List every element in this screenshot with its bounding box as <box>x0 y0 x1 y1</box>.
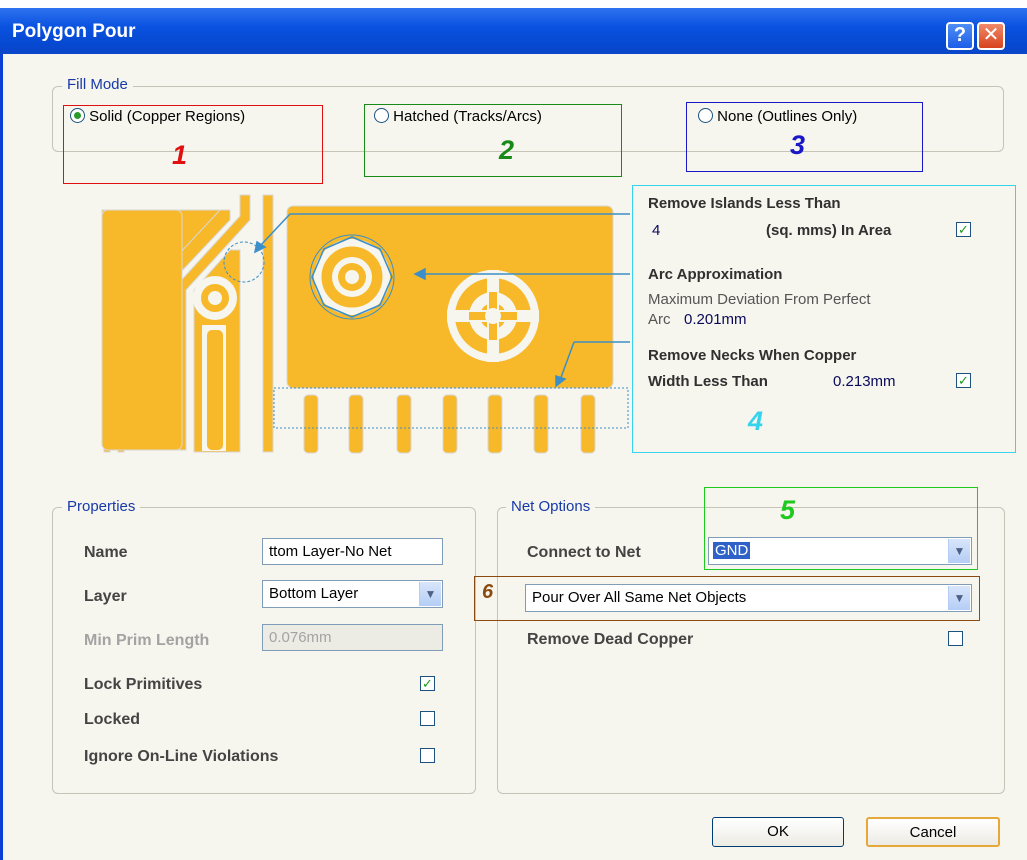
arc-approx-desc: Maximum Deviation From Perfect <box>648 291 871 308</box>
remove-dead-copper-label: Remove Dead Copper <box>527 631 694 648</box>
annotation-number-3: 3 <box>790 130 806 160</box>
fill-solid-label: Solid (Copper Regions) <box>89 108 246 125</box>
chevron-down-icon[interactable]: ▼ <box>948 586 970 610</box>
fill-none-label: None (Outlines Only) <box>717 108 858 125</box>
annotation-number-6: 6 <box>482 581 494 603</box>
locked-checkbox[interactable] <box>420 711 435 726</box>
name-label: Name <box>84 544 128 561</box>
fill-none-radio[interactable]: None (Outlines Only) <box>698 108 857 125</box>
layer-select-value: Bottom Layer <box>269 585 359 602</box>
arc-approx-value[interactable]: 0.201mm <box>684 311 747 328</box>
annotation-number-2: 2 <box>499 135 515 165</box>
radio-selected-icon <box>70 108 85 123</box>
remove-islands-checkbox[interactable]: ✓ <box>956 222 971 237</box>
pour-over-select[interactable]: Pour Over All Same Net Objects ▼ <box>525 584 972 612</box>
chevron-down-icon[interactable]: ▼ <box>948 539 970 563</box>
title-bar: Polygon Pour ? ✕ <box>0 8 1027 54</box>
remove-necks-heading: Remove Necks When Copper <box>648 347 857 364</box>
remove-necks-label: Width Less Than <box>648 373 768 390</box>
fill-solid-radio[interactable]: Solid (Copper Regions) <box>70 108 245 125</box>
lock-primitives-label: Lock Primitives <box>84 676 203 693</box>
layer-select[interactable]: Bottom Layer ▼ <box>262 580 443 608</box>
remove-islands-heading: Remove Islands Less Than <box>648 195 841 212</box>
remove-islands-unit: (sq. mms) In Area <box>766 222 892 239</box>
ignore-violations-label: Ignore On-Line Violations <box>84 748 279 765</box>
window-title: Polygon Pour <box>12 21 136 42</box>
close-button[interactable]: ✕ <box>977 22 1005 50</box>
remove-necks-checkbox[interactable]: ✓ <box>956 373 971 388</box>
ignore-violations-checkbox[interactable] <box>420 748 435 763</box>
properties-label: Properties <box>62 498 141 515</box>
remove-necks-value[interactable]: 0.213mm <box>833 373 896 390</box>
radio-empty-icon <box>698 108 713 123</box>
ok-button[interactable]: OK <box>712 817 844 847</box>
connect-to-net-value: GND <box>713 542 751 559</box>
arc-label: Arc <box>648 311 671 328</box>
min-prim-length-label: Min Prim Length <box>84 632 210 649</box>
pcb-preview-illustration <box>101 194 630 454</box>
remove-dead-copper-checkbox[interactable] <box>948 631 963 646</box>
help-button[interactable]: ? <box>946 22 974 50</box>
chevron-down-icon[interactable]: ▼ <box>419 582 441 606</box>
annotation-number-1: 1 <box>172 140 188 170</box>
name-field[interactable]: ttom Layer-No Net <box>262 538 443 565</box>
pour-over-value: Pour Over All Same Net Objects <box>532 589 747 606</box>
connect-to-net-select[interactable]: GND ▼ <box>708 537 972 565</box>
fill-mode-label: Fill Mode <box>62 76 133 93</box>
annotation-number-5: 5 <box>780 495 796 525</box>
annotation-number-4: 4 <box>748 406 764 436</box>
fill-hatched-radio[interactable]: Hatched (Tracks/Arcs) <box>374 108 542 125</box>
layer-label: Layer <box>84 588 127 605</box>
radio-empty-icon <box>374 108 389 123</box>
lock-primitives-checkbox[interactable]: ✓ <box>420 676 435 691</box>
locked-label: Locked <box>84 711 141 728</box>
remove-islands-value[interactable]: 4 <box>652 222 660 239</box>
connect-to-net-label: Connect to Net <box>527 544 641 561</box>
fill-hatched-label: Hatched (Tracks/Arcs) <box>393 108 542 125</box>
net-options-label: Net Options <box>506 498 596 515</box>
arc-approx-heading: Arc Approximation <box>648 266 783 283</box>
min-prim-length-field: 0.076mm <box>262 624 443 651</box>
cancel-button[interactable]: Cancel <box>866 817 1000 847</box>
